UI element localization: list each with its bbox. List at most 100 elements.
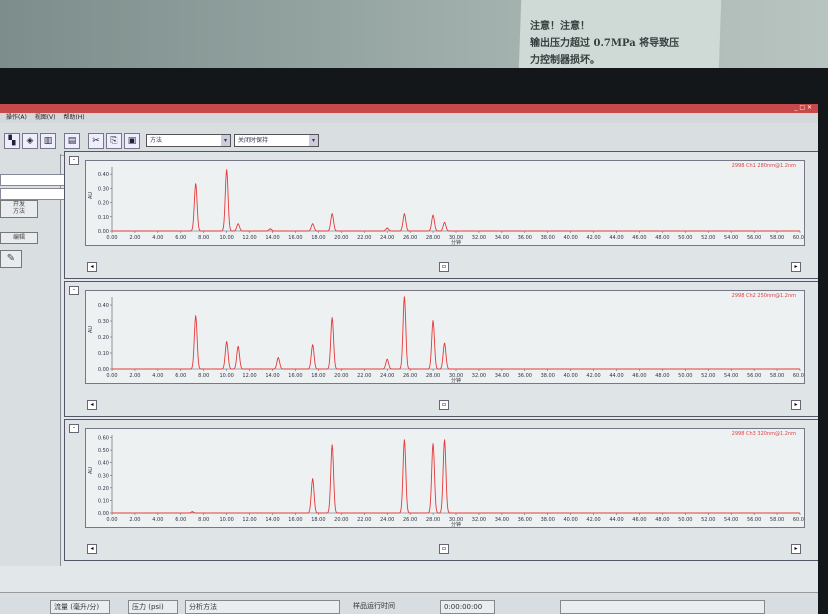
title-bar: _ □ ✕ (0, 104, 818, 113)
x-tick-label: 4.00 (152, 373, 163, 379)
peak-point (443, 439, 446, 441)
horizontal-scrollbar-3[interactable]: ◂ ▫ ▸ (85, 544, 803, 554)
window-controls[interactable]: _ □ ✕ (794, 104, 812, 111)
tool-icon-1[interactable]: ▚ (4, 133, 20, 149)
x-tick-label: 38.00 (541, 235, 555, 241)
menu-item-view[interactable]: 视图(V) (35, 114, 56, 121)
x-tick-label: 20.00 (334, 517, 348, 523)
peak-point (312, 478, 314, 480)
notice-line-1: 注意！注意！ (530, 21, 590, 32)
chromatogram-panel-3: - 0.00 0.10 0.20 0.30 0.40 0.50 0.60 AU 0.00 2.00… (64, 419, 818, 561)
y-tick-label: 0.10 (98, 498, 109, 504)
x-tick-label: 16.00 (288, 373, 302, 379)
tool-icon-3[interactable]: ▥ (40, 133, 56, 149)
x-tick-label: 48.00 (655, 235, 669, 241)
x-tick-label: 38.00 (541, 517, 555, 523)
chromatogram-trace (112, 296, 800, 370)
peak-point (386, 227, 388, 229)
scroll-thumb[interactable]: ▫ (439, 544, 449, 554)
minimize-icon[interactable]: - (69, 286, 79, 295)
tool-icon-4[interactable]: ▤ (64, 133, 80, 149)
scroll-right-icon[interactable]: ▸ (791, 262, 801, 272)
menu-item-operate[interactable]: 操作(A) (6, 114, 27, 121)
peak-point (237, 346, 239, 348)
x-tick-label: 12.00 (242, 517, 256, 523)
x-tick-label: 22.00 (357, 373, 371, 379)
x-tick-label: 54.00 (724, 235, 738, 241)
x-tick-label: 34.00 (495, 235, 509, 241)
runtime-value: 0:00:00:00 (440, 600, 495, 614)
x-tick-label: 58.00 (770, 235, 784, 241)
x-tick-label: 44.00 (609, 235, 623, 241)
y-tick-label: 0.30 (98, 473, 109, 479)
peak-point (191, 511, 193, 513)
x-tick-label: 6.00 (175, 235, 186, 241)
notice-line-2: 输出压力超过 0.7MPa 将导致压 (530, 38, 680, 49)
channel-legend-2: 2998 Ch2 250nm@1.2nm (731, 293, 796, 299)
y-tick-label: 0.60 (98, 436, 109, 442)
x-tick-label: 0.00 (106, 235, 117, 241)
x-tick-label: 32.00 (472, 235, 486, 241)
y-tick-label: 0.40 (98, 461, 109, 467)
x-tick-label: 42.00 (586, 235, 600, 241)
peak-point (312, 223, 314, 225)
x-tick-label: 24.00 (380, 235, 394, 241)
x-tick-label: 56.00 (747, 517, 761, 523)
minimize-icon[interactable]: - (69, 156, 79, 165)
edit-button[interactable]: 编辑 (0, 232, 38, 244)
x-tick-label: 38.00 (541, 373, 555, 379)
x-tick-label: 46.00 (632, 235, 646, 241)
x-tick-label: 22.00 (357, 235, 371, 241)
x-tick-label: 60.00 (793, 235, 804, 241)
shutdown-dropdown[interactable]: 关闭时保持 ▾ (234, 134, 319, 147)
mode-dropdown-value: 方法 (150, 137, 163, 144)
minimize-icon[interactable]: - (69, 424, 79, 433)
chromatogram-plot-1: 0.00 0.10 0.20 0.30 0.40 AU 0.00 2.00 4.00 6.00 8.… (85, 160, 805, 246)
x-tick-label: 10.00 (220, 235, 234, 241)
y-axis-unit: AU (88, 192, 94, 199)
pen-icon[interactable]: ✎ (0, 250, 22, 268)
x-tick-label: 18.00 (311, 517, 325, 523)
x-tick-label: 0.00 (106, 373, 117, 379)
chromatogram-panel-2: - 0.00 0.10 0.20 0.30 0.40 AU 0.00 2.00 4.00 6.00… (64, 281, 818, 417)
x-tick-label: 6.00 (175, 373, 186, 379)
x-tick-label: 18.00 (311, 235, 325, 241)
scroll-right-icon[interactable]: ▸ (791, 400, 801, 410)
scroll-left-icon[interactable]: ◂ (87, 400, 97, 410)
x-tick-label: 52.00 (701, 373, 715, 379)
x-tick-label: 10.00 (220, 373, 234, 379)
horizontal-scrollbar-1[interactable]: ◂ ▫ ▸ (85, 262, 803, 272)
peak-point (432, 443, 434, 445)
horizontal-scrollbar-2[interactable]: ◂ ▫ ▸ (85, 400, 803, 410)
x-tick-label: 4.00 (152, 517, 163, 523)
x-tick-label: 28.00 (426, 235, 440, 241)
menu-item-help[interactable]: 帮助(H) (63, 114, 84, 121)
x-tick-label: 18.00 (311, 373, 325, 379)
y-axis-unit: AU (88, 467, 94, 474)
copy-icon[interactable]: ⎘ (106, 133, 122, 149)
develop-method-button[interactable]: 开发 方法 (0, 200, 38, 218)
left-control-panel: 开发 方法 编辑 ✎ (0, 154, 78, 566)
chromatogram-trace (112, 439, 800, 514)
peak-point (403, 296, 405, 298)
scroll-thumb[interactable]: ▫ (439, 262, 449, 272)
scroll-thumb[interactable]: ▫ (439, 400, 449, 410)
scroll-right-icon[interactable]: ▸ (791, 544, 801, 554)
x-tick-label: 20.00 (334, 373, 348, 379)
x-tick-label: 46.00 (632, 517, 646, 523)
chromatogram-svg-3: 0.000.100.200.300.400.500.60AU0.00 2.00 4.… (88, 435, 804, 527)
y-tick-label: 0.30 (98, 319, 109, 325)
chromatogram-svg-2: 0.000.100.200.300.40AU0.00 2.00 4.00 6.00 8.… (88, 296, 804, 383)
x-tick-label: 50.00 (678, 235, 692, 241)
menu-bar: 操作(A) 视图(V) 帮助(H) (0, 113, 818, 123)
paste-icon[interactable]: ▣ (124, 133, 140, 149)
tool-icon-2[interactable]: ◈ (22, 133, 38, 149)
chevron-down-icon: ▾ (221, 135, 230, 146)
x-tick-label: 0.00 (106, 517, 117, 523)
cut-icon[interactable]: ✂ (88, 133, 104, 149)
x-tick-label: 26.00 (403, 235, 417, 241)
scroll-left-icon[interactable]: ◂ (87, 262, 97, 272)
peak-point (386, 358, 388, 360)
mode-dropdown[interactable]: 方法 ▾ (146, 134, 231, 147)
scroll-left-icon[interactable]: ◂ (87, 544, 97, 554)
